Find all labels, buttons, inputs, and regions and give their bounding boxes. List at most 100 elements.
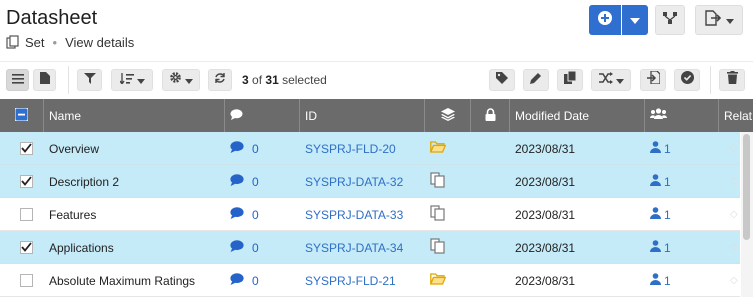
- row-checkbox[interactable]: [20, 175, 33, 188]
- table-row[interactable]: Overview 0 SYSPRJ-FLD-20 2023/08/31 1 ◇: [0, 132, 740, 165]
- column-id[interactable]: ID: [300, 99, 425, 132]
- users-count[interactable]: 1: [664, 208, 671, 222]
- column-name[interactable]: Name: [44, 99, 225, 132]
- row-id-link[interactable]: SYSPRJ-FLD-21: [305, 274, 396, 288]
- row-users-cell[interactable]: 1: [650, 231, 671, 264]
- copy-icon: [430, 238, 446, 257]
- chevron-down-icon: [630, 11, 640, 29]
- edit-button[interactable]: [523, 69, 549, 91]
- row-type-cell: [429, 132, 447, 165]
- import-button[interactable]: [640, 69, 666, 91]
- row-comments-cell[interactable]: 0: [230, 231, 259, 264]
- approve-button[interactable]: [674, 69, 700, 91]
- users-count[interactable]: 1: [664, 274, 671, 288]
- copy-icon: [430, 172, 446, 191]
- row-id-link[interactable]: SYSPRJ-DATA-32: [305, 175, 403, 189]
- row-comments-cell[interactable]: 0: [230, 198, 259, 231]
- tag-button[interactable]: [489, 69, 515, 91]
- row-name[interactable]: Description 2: [49, 175, 119, 189]
- sort-icon: [118, 71, 134, 89]
- comment-count[interactable]: 0: [252, 142, 259, 156]
- row-select-cell[interactable]: [20, 132, 33, 165]
- add-button[interactable]: [589, 5, 621, 35]
- subtitle-bar: Set • View details: [6, 34, 134, 50]
- copy-icon: [430, 205, 446, 224]
- list-view-button[interactable]: [6, 69, 29, 91]
- comment-count[interactable]: 0: [252, 208, 259, 222]
- file-import-icon: [646, 70, 661, 89]
- copy-icon: [563, 70, 577, 89]
- relations-button[interactable]: [655, 5, 685, 35]
- add-dropdown-button[interactable]: [622, 5, 648, 35]
- checkmark-icon: [21, 175, 32, 189]
- row-type-cell: [430, 198, 446, 231]
- row-id-link[interactable]: SYSPRJ-DATA-34: [305, 241, 403, 255]
- comment-count[interactable]: 0: [252, 175, 259, 189]
- comment-icon: [230, 273, 244, 288]
- sort-button[interactable]: [111, 69, 153, 91]
- refresh-button[interactable]: [208, 69, 232, 91]
- users-count[interactable]: 1: [664, 175, 671, 189]
- row-select-cell[interactable]: [20, 264, 33, 297]
- table-row[interactable]: Description 2 0 SYSPRJ-DATA-32 2023/08/31 1 ◇: [0, 165, 740, 198]
- row-modified-date: 2023/08/31: [515, 174, 576, 189]
- users-count[interactable]: 1: [664, 241, 671, 255]
- comment-icon: [225, 108, 243, 123]
- row-name[interactable]: Features: [49, 208, 96, 222]
- row-name[interactable]: Applications: [49, 241, 114, 255]
- plus-circle-icon: [597, 10, 613, 31]
- export-button[interactable]: [695, 5, 743, 35]
- row-comments-cell[interactable]: 0: [230, 264, 259, 297]
- column-modified-label: Modified Date: [515, 108, 590, 123]
- filter-button[interactable]: [77, 69, 102, 91]
- relation-indicator-icon: ◇: [730, 176, 738, 187]
- row-comments-cell[interactable]: 0: [230, 165, 259, 198]
- users-count[interactable]: 1: [664, 142, 671, 156]
- delete-button[interactable]: [719, 69, 745, 91]
- select-all-checkbox[interactable]: [14, 107, 29, 124]
- comment-icon: [230, 207, 244, 222]
- column-type[interactable]: [425, 99, 471, 132]
- row-users-cell[interactable]: 1: [650, 264, 671, 297]
- row-users-cell[interactable]: 1: [650, 132, 671, 165]
- layers-icon: [440, 107, 455, 124]
- row-select-cell[interactable]: [20, 198, 33, 231]
- row-users-cell[interactable]: 1: [650, 165, 671, 198]
- column-id-label: ID: [305, 108, 317, 123]
- total-count: 31: [265, 73, 279, 87]
- row-checkbox[interactable]: [20, 142, 33, 155]
- row-date-cell: 2023/08/31: [515, 132, 575, 165]
- settings-button[interactable]: [162, 69, 200, 91]
- tag-icon: [496, 71, 508, 89]
- row-name[interactable]: Absolute Maximum Ratings: [49, 274, 195, 288]
- column-modified-date[interactable]: Modified Date: [510, 99, 645, 132]
- comment-count[interactable]: 0: [252, 241, 259, 255]
- row-id-link[interactable]: SYSPRJ-FLD-20: [305, 142, 396, 156]
- user-icon: [650, 273, 661, 288]
- row-checkbox[interactable]: [20, 274, 33, 287]
- column-comments[interactable]: [225, 99, 300, 132]
- column-lock[interactable]: [471, 99, 510, 132]
- table-row[interactable]: Absolute Maximum Ratings 0 SYSPRJ-FLD-21 20…: [0, 264, 740, 297]
- comment-count[interactable]: 0: [252, 274, 259, 288]
- column-users[interactable]: [645, 99, 719, 132]
- view-details-link[interactable]: View details: [65, 35, 134, 50]
- row-select-cell[interactable]: [20, 165, 33, 198]
- table-row[interactable]: Applications 0 SYSPRJ-DATA-34 2023/08/31 1 ◇: [0, 231, 740, 264]
- row-checkbox[interactable]: [20, 241, 33, 254]
- row-name[interactable]: Overview: [49, 142, 99, 156]
- document-view-button[interactable]: [33, 69, 56, 91]
- row-select-cell[interactable]: [20, 231, 33, 264]
- row-comments-cell[interactable]: 0: [230, 132, 259, 165]
- row-id-cell: SYSPRJ-FLD-20: [305, 132, 396, 165]
- scrollbar-thumb[interactable]: [743, 134, 750, 240]
- row-checkbox[interactable]: [20, 208, 33, 221]
- shuffle-button[interactable]: [591, 69, 631, 91]
- row-modified-date: 2023/08/31: [515, 207, 576, 222]
- copy-button[interactable]: [557, 69, 583, 91]
- row-users-cell[interactable]: 1: [650, 198, 671, 231]
- select-all-cell[interactable]: [0, 99, 44, 132]
- table-row[interactable]: Features 0 SYSPRJ-DATA-33 2023/08/31 1 ◇: [0, 198, 740, 231]
- row-id-link[interactable]: SYSPRJ-DATA-33: [305, 208, 403, 222]
- column-relations[interactable]: Relat: [719, 99, 753, 132]
